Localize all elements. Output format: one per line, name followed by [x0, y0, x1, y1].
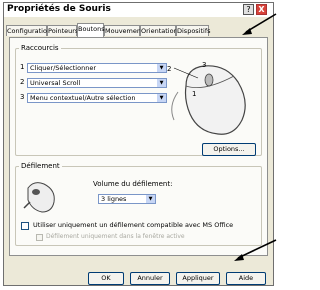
tab-dispositifs[interactable]: Dispositifs: [176, 25, 211, 36]
tab-panel-boutons: Raccourcis 1 Cliquer/Sélectionner ▼ 2 Un…: [9, 37, 268, 256]
office-scroll-label: Utiliser uniquement un défilement compat…: [33, 221, 234, 229]
mouse-properties-window: Propriétés de Souris ? X Configuration P…: [3, 2, 274, 286]
title-bar: Propriétés de Souris ? X: [4, 3, 273, 17]
shortcuts-legend: Raccourcis: [21, 44, 59, 52]
tab-pointeurs[interactable]: Pointeurs: [47, 25, 78, 36]
apply-button[interactable]: Appliquer: [176, 272, 220, 285]
help-title-button[interactable]: ?: [243, 4, 254, 15]
scroll-legend: Défilement: [21, 162, 60, 170]
shortcut-number: 3: [20, 93, 25, 101]
shortcut-2-select[interactable]: Universal Scroll ▼: [27, 78, 167, 88]
shortcuts-group: Raccourcis 1 Cliquer/Sélectionner ▼ 2 Un…: [15, 44, 262, 156]
scroll-volume-select[interactable]: 3 lignes ▼: [98, 194, 156, 204]
window-title: Propriétés de Souris: [7, 4, 111, 14]
shortcut-2-value: Universal Scroll: [30, 79, 81, 87]
ok-button[interactable]: OK: [88, 272, 124, 285]
mouse-diagram-icon: 2 3 1: [167, 61, 246, 135]
shortcut-number: 2: [20, 78, 25, 86]
scroll-volume-value: 3 lignes: [101, 195, 127, 203]
mouse-label-1: 1: [192, 90, 196, 98]
shortcut-3-value: Menu contextuel/Autre sélection: [30, 94, 136, 102]
mouse-label-3: 3: [202, 61, 206, 69]
tab-mouvement[interactable]: Mouvement: [104, 25, 144, 36]
options-button[interactable]: Options...: [202, 143, 256, 156]
shortcut-3-select[interactable]: Menu contextuel/Autre sélection ▼: [27, 93, 167, 103]
shortcut-1-value: Cliquer/Sélectionner: [30, 64, 97, 72]
shortcut-1-select[interactable]: Cliquer/Sélectionner ▼: [27, 63, 167, 73]
close-button[interactable]: X: [256, 4, 267, 15]
cancel-button[interactable]: Annuler: [130, 272, 170, 285]
tab-configuration[interactable]: Configuration: [6, 25, 51, 36]
help-button[interactable]: Aide: [226, 272, 266, 285]
tab-boutons[interactable]: Boutons: [77, 23, 105, 37]
scroll-mouse-icon: [23, 182, 55, 213]
tab-orientation[interactable]: Orientation: [140, 25, 178, 36]
shortcut-number: 1: [20, 63, 25, 71]
scroll-volume-label: Volume du défilement:: [93, 180, 173, 188]
active-window-label: Défilement uniquement dans la fenêtre ac…: [46, 233, 185, 240]
mouse-label-2: 2: [167, 65, 171, 73]
office-scroll-checkbox[interactable]: [21, 222, 29, 230]
active-window-checkbox[interactable]: [36, 234, 43, 241]
chevron-down-icon[interactable]: ▼: [146, 195, 155, 203]
scroll-group: Défilement Volume du défilement: 3 ligne…: [15, 162, 262, 246]
